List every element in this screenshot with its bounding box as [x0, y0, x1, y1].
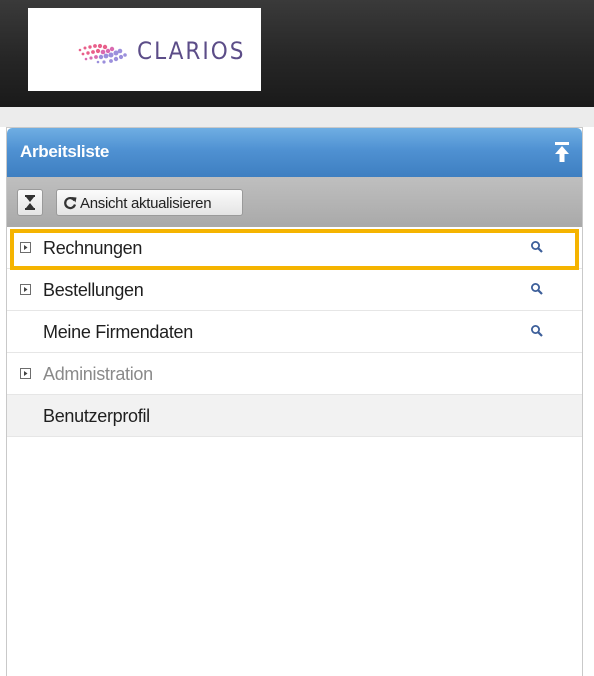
worklist-item-label: Bestellungen [43, 280, 144, 300]
clarios-logo[interactable]: CLARIOS [28, 8, 261, 91]
collapse-all-button[interactable] [17, 189, 43, 216]
expand-icon[interactable] [20, 368, 31, 379]
header-spacer [0, 107, 594, 127]
app-header: CLARIOS [0, 0, 594, 107]
refresh-view-button[interactable]: Ansicht aktualisieren [56, 189, 243, 216]
refresh-icon [64, 196, 77, 210]
worklist-item-benutzerprofil[interactable]: Benutzerprofil [7, 395, 582, 437]
worklist-item-label: Benutzerprofil [43, 406, 150, 426]
worklist-item-bestellungen[interactable]: Bestellungen [7, 269, 582, 311]
search-icon[interactable] [530, 240, 544, 254]
worklist-item-label: Meine Firmendaten [43, 322, 193, 342]
search-icon[interactable] [530, 324, 544, 338]
worklist-items: Rechnungen Bestellungen Meine Firmendate… [7, 227, 582, 437]
logo-mark-icon [78, 43, 127, 64]
panel-toolbar: Ansicht aktualisieren [7, 177, 582, 227]
search-icon[interactable] [530, 282, 544, 296]
worklist-panel: Arbeitsliste Ansicht aktualisieren Rechn… [6, 127, 583, 676]
worklist-item-rechnungen[interactable]: Rechnungen [7, 227, 582, 269]
worklist-item-meine-firmendaten[interactable]: Meine Firmendaten [7, 311, 582, 353]
logo-text: CLARIOS [137, 37, 246, 65]
panel-header: Arbeitsliste [7, 128, 582, 177]
expand-icon[interactable] [20, 284, 31, 295]
collapse-panel-icon[interactable] [554, 141, 570, 163]
worklist-item-label: Administration [43, 364, 153, 384]
hourglass-icon [25, 195, 35, 210]
worklist-item-administration[interactable]: Administration [7, 353, 582, 395]
worklist-item-label: Rechnungen [43, 238, 143, 258]
refresh-view-label: Ansicht aktualisieren [80, 195, 212, 212]
expand-icon[interactable] [20, 242, 31, 253]
panel-title: Arbeitsliste [20, 142, 109, 161]
